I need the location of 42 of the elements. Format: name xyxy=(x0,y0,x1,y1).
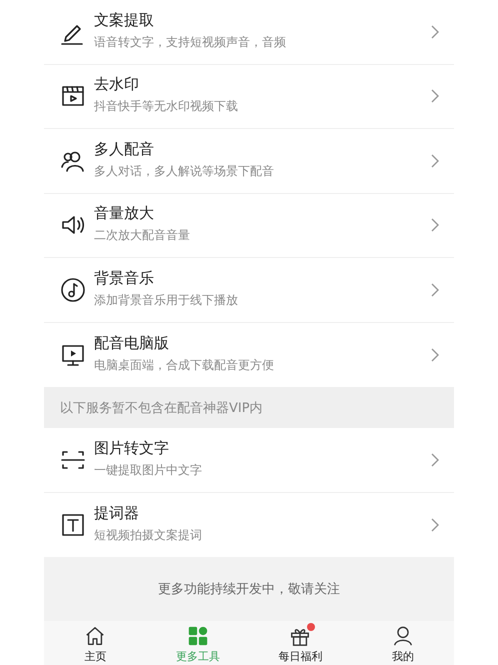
tool-list-item[interactable]: 文案提取 语音转文字，支持短视频声音，音频 xyxy=(44,0,454,64)
tab-bar-item[interactable]: 每日福利 xyxy=(249,621,352,665)
text-icon xyxy=(60,512,86,538)
tab-bar-item[interactable]: 主页 xyxy=(44,621,146,665)
tool-list-item[interactable]: 背景音乐 添加背景音乐用于线下播放 xyxy=(44,258,454,322)
home-icon xyxy=(84,625,106,647)
tool-list-item[interactable]: 图片转文字 一键提取图片中文字 xyxy=(44,428,454,492)
tool-title: 文案提取 xyxy=(94,10,155,30)
tool-list-item[interactable]: 去水印 抖音快手等无水印视频下载 xyxy=(44,64,454,129)
chevron-right-icon xyxy=(430,346,440,363)
tool-title: 提词器 xyxy=(94,504,140,523)
tool-title: 配音电脑版 xyxy=(94,334,170,353)
tool-title: 音量放大 xyxy=(94,204,155,224)
chevron-right-icon xyxy=(430,282,440,298)
tool-description: 添加背景音乐用于线下播放 xyxy=(94,292,239,309)
tool-description: 电脑桌面端，合成下载配音更方便 xyxy=(94,356,275,374)
tool-title: 背景音乐 xyxy=(94,268,155,288)
tool-description: 一键提取图片中文字 xyxy=(94,462,203,479)
grid-icon xyxy=(186,625,209,647)
tool-list-item[interactable]: 提词器 短视频拍摄文案提词 xyxy=(44,492,454,557)
chevron-right-icon xyxy=(430,516,440,533)
tool-list-item[interactable]: 音量放大 二次放大配音音量 xyxy=(44,194,454,258)
tool-description: 语音转文字，支持短视频声音，音频 xyxy=(94,34,287,51)
tab-bar-item[interactable]: 我的 xyxy=(352,621,454,665)
chevron-right-icon xyxy=(430,24,440,40)
chevron-right-icon xyxy=(430,88,440,104)
tool-title: 去水印 xyxy=(94,75,140,94)
tool-list-item[interactable]: 配音电脑版 电脑桌面端，合成下载配音更方便 xyxy=(44,322,454,387)
footer-note: 更多功能持续开发中，敬请关注 xyxy=(158,581,340,598)
tool-title: 图片转文字 xyxy=(94,438,170,458)
person-icon xyxy=(392,625,414,647)
chevron-right-icon xyxy=(430,452,440,468)
section-header: 以下服务暂不包含在配音神器VIP内 xyxy=(60,400,263,416)
chevron-right-icon xyxy=(430,217,440,234)
tool-description: 多人对话，多人解说等场景下配音 xyxy=(94,162,275,180)
chevron-right-icon xyxy=(430,152,440,169)
music-note-icon xyxy=(60,276,86,303)
tool-description: 抖音快手等无水印视频下载 xyxy=(94,98,239,116)
tool-list-item[interactable]: 多人配音 多人对话，多人解说等场景下配音 xyxy=(44,129,454,194)
tool-description: 二次放大配音音量 xyxy=(94,227,191,244)
tool-title: 多人配音 xyxy=(94,140,155,159)
tool-description: 短视频拍摄文案提词 xyxy=(94,526,203,544)
